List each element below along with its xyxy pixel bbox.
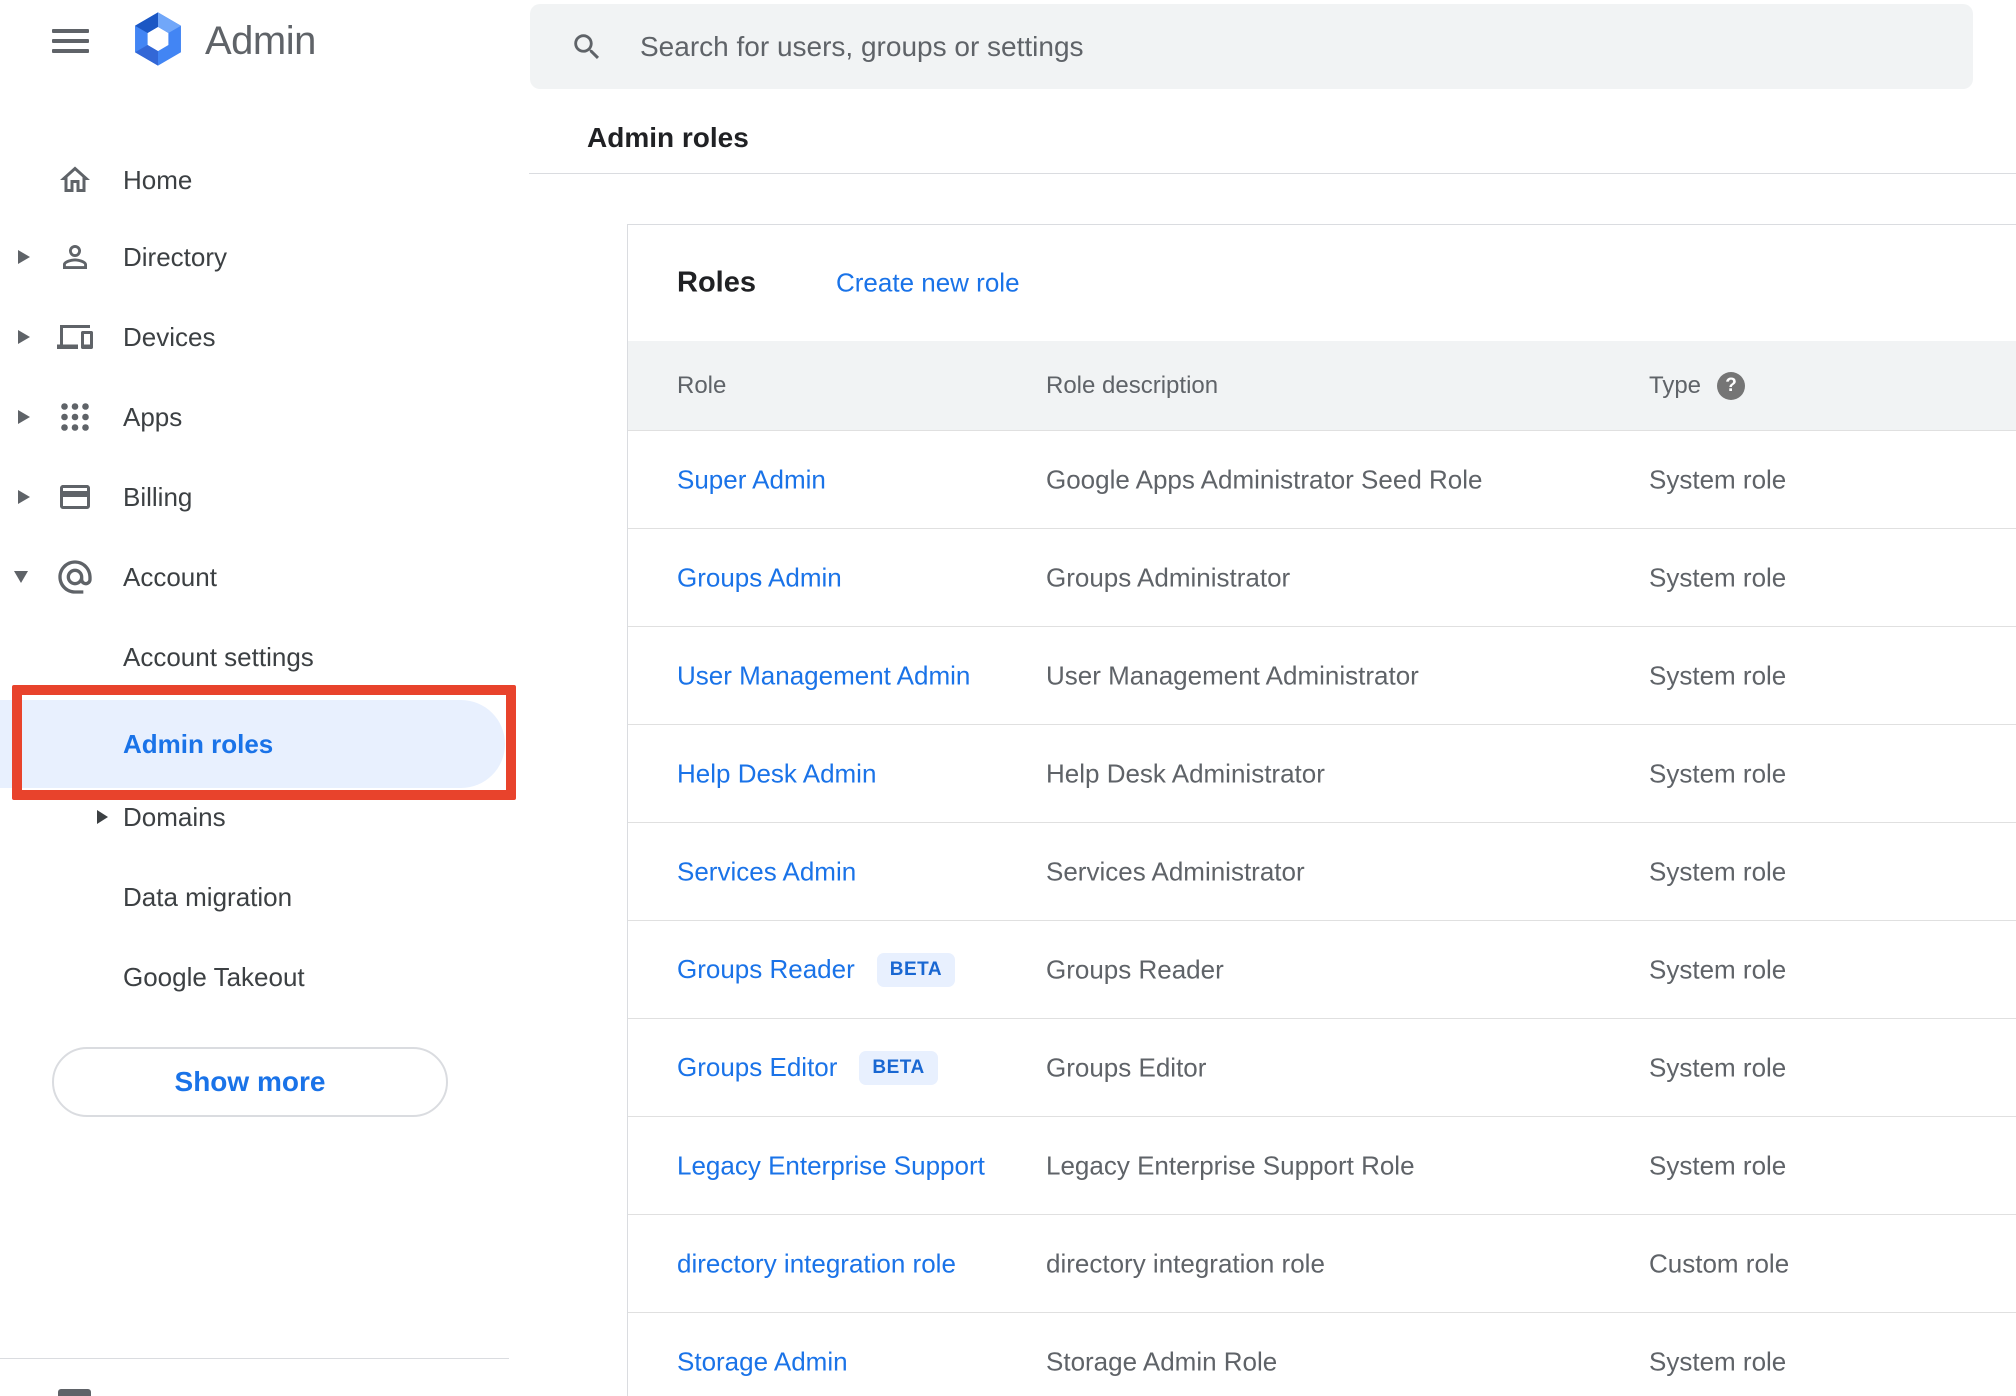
hamburger-menu-icon[interactable] (52, 29, 89, 54)
role-type: System role (1649, 758, 1787, 788)
help-icon[interactable]: ? (1717, 371, 1745, 400)
sidebar-item-label: Devices (123, 321, 216, 352)
table-header-row: Role Role description Type ? (628, 341, 2016, 431)
home-icon (55, 160, 95, 200)
sidebar: Admin Home Directory Devices Apps Billin… (0, 0, 514, 1396)
at-sign-icon (55, 557, 95, 597)
sidebar-item-label: Home (123, 164, 193, 195)
role-description: directory integration role (1046, 1248, 1325, 1278)
roles-card-header: Roles Create new role (628, 225, 2016, 341)
sidebar-item-label: Apps (123, 401, 183, 432)
role-description: User Management Administrator (1046, 660, 1419, 690)
product-name: Admin (205, 19, 316, 63)
show-more-button[interactable]: Show more (52, 1047, 448, 1117)
person-icon (55, 237, 95, 277)
sidebar-item-label: Account settings (123, 641, 314, 672)
search-icon (570, 30, 604, 69)
role-link[interactable]: Legacy Enterprise Support (677, 1150, 985, 1181)
expand-right-icon[interactable] (18, 330, 30, 344)
sidebar-bottom-divider (0, 1358, 509, 1359)
create-new-role-link[interactable]: Create new role (836, 268, 1020, 299)
role-link[interactable]: Help Desk Admin (677, 758, 876, 789)
role-link[interactable]: Storage Admin (677, 1347, 848, 1378)
expand-down-icon[interactable] (14, 571, 28, 583)
sidebar-item-data-migration[interactable]: Data migration (0, 857, 514, 937)
roles-heading: Roles (677, 266, 756, 299)
table-row: Storage Admin Storage Admin Role System … (628, 1313, 2016, 1396)
sidebar-item-label: Domains (123, 801, 226, 832)
sidebar-item-home[interactable]: Home (0, 140, 514, 220)
header-divider (529, 173, 2016, 174)
role-description: Help Desk Administrator (1046, 758, 1325, 788)
sidebar-item-account-settings[interactable]: Account settings (0, 617, 514, 697)
column-header-description: Role description (1046, 371, 1219, 399)
sidebar-item-domains[interactable]: Domains (0, 777, 514, 857)
role-type: System role (1649, 562, 1787, 592)
role-link[interactable]: directory integration role (677, 1248, 956, 1279)
sidebar-item-label: Directory (123, 241, 228, 272)
expand-right-icon[interactable] (18, 490, 30, 504)
sidebar-item-billing[interactable]: Billing (0, 457, 514, 537)
sidebar-item-label: Google Takeout (123, 961, 305, 992)
sidebar-item-account[interactable]: Account (0, 537, 514, 617)
admin-hexagon-logo-icon (128, 10, 188, 73)
table-row: directory integration role directory int… (628, 1215, 2016, 1313)
column-header-type: Type (1649, 371, 1702, 399)
role-link[interactable]: Groups Editor (677, 1052, 837, 1083)
role-type: System role (1649, 464, 1787, 494)
role-link[interactable]: Super Admin (677, 464, 826, 495)
beta-badge: BETA (859, 1050, 938, 1085)
table-row: Services Admin Services Administrator Sy… (628, 823, 2016, 921)
table-row: Groups Reader BETA Groups Reader System … (628, 921, 2016, 1019)
search-bar (530, 4, 1973, 89)
table-row: Groups Editor BETA Groups Editor System … (628, 1019, 2016, 1117)
role-type: System role (1649, 1052, 1787, 1082)
feedback-icon (58, 1389, 91, 1396)
role-description: Groups Administrator (1046, 562, 1291, 592)
admin-console-page: Admin Home Directory Devices Apps Billin… (0, 0, 2016, 1396)
table-row: Help Desk Admin Help Desk Administrator … (628, 725, 2016, 823)
roles-card: Roles Create new role Role Role descript… (627, 224, 2016, 1396)
apps-grid-icon (55, 397, 95, 437)
role-link[interactable]: Groups Reader (677, 954, 855, 985)
sidebar-item-devices[interactable]: Devices (0, 297, 514, 377)
role-type: System role (1649, 660, 1787, 690)
role-type: System role (1649, 856, 1787, 886)
role-description: Storage Admin Role (1046, 1346, 1278, 1377)
role-description: Google Apps Administrator Seed Role (1046, 464, 1483, 494)
page-title: Admin roles (587, 122, 749, 153)
role-description: Legacy Enterprise Support Role (1046, 1150, 1415, 1180)
expand-right-icon[interactable] (18, 250, 30, 264)
sidebar-item-label: Billing (123, 481, 193, 512)
role-link[interactable]: Groups Admin (677, 562, 842, 593)
role-type: System role (1649, 1346, 1787, 1377)
role-link[interactable]: User Management Admin (677, 660, 970, 691)
sidebar-item-label: Admin roles (123, 728, 274, 759)
role-type: Custom role (1649, 1248, 1790, 1278)
billing-card-icon (55, 477, 95, 517)
expand-right-icon[interactable] (97, 810, 108, 824)
role-type: System role (1649, 1150, 1787, 1180)
role-description: Services Administrator (1046, 856, 1305, 886)
sidebar-item-label: Account (123, 561, 217, 592)
table-row: User Management Admin User Management Ad… (628, 627, 2016, 725)
sidebar-item-directory[interactable]: Directory (0, 217, 514, 297)
sidebar-item-google-takeout[interactable]: Google Takeout (0, 937, 514, 1017)
column-header-role: Role (677, 371, 727, 399)
sidebar-item-apps[interactable]: Apps (0, 377, 514, 457)
sidebar-item-admin-roles[interactable]: Admin roles (0, 700, 505, 788)
role-description: Groups Editor (1046, 1052, 1207, 1082)
role-link[interactable]: Services Admin (677, 856, 856, 887)
sidebar-item-label: Data migration (123, 881, 293, 912)
table-row: Super Admin Google Apps Administrator Se… (628, 431, 2016, 529)
table-row: Legacy Enterprise Support Legacy Enterpr… (628, 1117, 2016, 1215)
table-row: Groups Admin Groups Administrator System… (628, 529, 2016, 627)
expand-right-icon[interactable] (18, 410, 30, 424)
search-input[interactable] (640, 4, 1940, 89)
role-description: Groups Reader (1046, 954, 1224, 984)
devices-icon (55, 317, 95, 357)
beta-badge: BETA (876, 952, 956, 987)
admin-logo: Admin (128, 10, 316, 73)
role-type: System role (1649, 954, 1787, 984)
